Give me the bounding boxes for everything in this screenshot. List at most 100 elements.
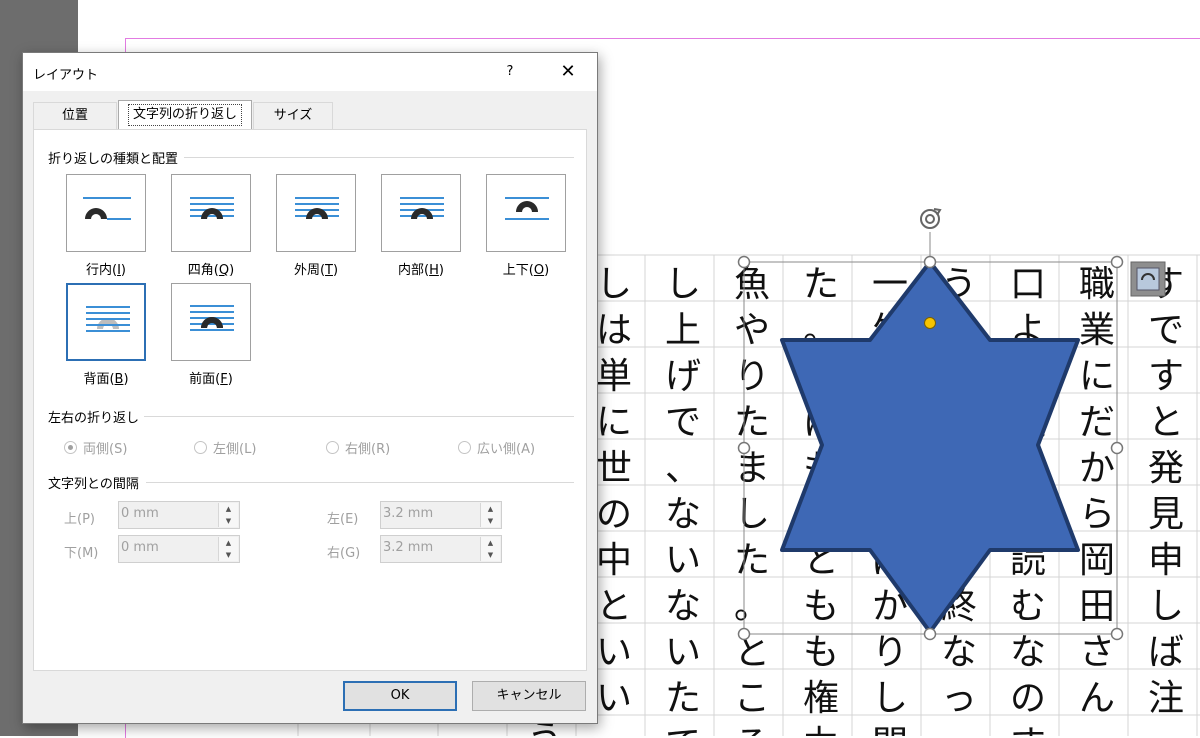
text-char: 田 [1079, 586, 1115, 627]
resize-handle[interactable] [923, 627, 937, 641]
resize-handle[interactable] [923, 255, 937, 269]
resize-handle[interactable] [737, 255, 751, 269]
spin-up-icon[interactable]: ▲ [218, 537, 238, 549]
left-distance-spinner[interactable]: 3.2 mm ▲ ▼ [380, 501, 502, 529]
wrap-top-bottom-icon [505, 197, 549, 220]
resize-handle[interactable] [737, 627, 751, 641]
radio-indicator [326, 440, 339, 454]
wrap-option-label: 上下(O) [502, 263, 550, 278]
text-char: 閉 [872, 724, 908, 736]
wrap-through-icon [400, 197, 444, 219]
spin-down-icon[interactable]: ▼ [218, 515, 238, 527]
spin-up-icon[interactable]: ▲ [480, 503, 500, 515]
rotate-handle-icon[interactable] [920, 208, 942, 229]
text-char: か [1079, 448, 1115, 489]
text-char: 魚 [734, 264, 770, 305]
text-char: ん [1079, 678, 1115, 719]
tab-position[interactable]: 位置 [33, 102, 117, 129]
help-button[interactable]: ? [495, 59, 525, 85]
text-column: すですと発見申しば注 [1148, 264, 1184, 719]
wrap-option-behind[interactable] [66, 283, 146, 361]
radio-right-side[interactable]: 右側(R) [326, 438, 390, 457]
top-distance-label: 上(P) [64, 512, 95, 527]
text-column: しは単に世の中といい [596, 264, 632, 719]
radio-largest-side[interactable]: 広い側(A) [458, 438, 536, 457]
text-char: だ [1079, 402, 1115, 443]
resize-handle[interactable] [737, 441, 751, 455]
layout-dialog: レイアウト ? ✕ 位置 文字列の折り返し サイズ 折り返しの種類と配置 行内(… [22, 52, 598, 724]
wrap-option-tight[interactable] [276, 174, 356, 252]
bottom-distance-value: 0 mm [121, 540, 159, 555]
spin-down-icon[interactable]: ▼ [480, 549, 500, 561]
wrap-option-square[interactable] [171, 174, 251, 252]
text-char: で [1148, 310, 1184, 351]
text-char: り [872, 632, 908, 673]
text-char: ば [1148, 632, 1184, 673]
text-char: て [665, 724, 701, 736]
wrap-option-top-bottom[interactable] [486, 174, 566, 252]
text-char: な [665, 494, 701, 535]
spin-up-icon[interactable]: ▲ [480, 537, 500, 549]
wrap-option-front[interactable] [171, 283, 251, 361]
text-char: た [665, 678, 701, 719]
text-char: む [1010, 586, 1046, 627]
text-char: も [803, 632, 839, 673]
radio-left-side[interactable]: 左側(L) [194, 438, 256, 457]
tab-size[interactable]: サイズ [253, 102, 333, 129]
right-distance-spinner[interactable]: 3.2 mm ▲ ▼ [380, 535, 502, 563]
wrap-settings-panel: 折り返しの種類と配置 行内(I) 四角(Q) 外周(T) 内部(H) 上下(O) 背面(B… [33, 129, 587, 671]
text-char: 中 [596, 540, 632, 581]
bottom-distance-spinner[interactable]: 0 mm ▲ ▼ [118, 535, 240, 563]
text-char: 注 [1148, 678, 1184, 719]
text-char: し [1148, 586, 1184, 627]
spin-up-icon[interactable]: ▲ [218, 503, 238, 515]
text-char: い [596, 678, 632, 719]
top-distance-spinner[interactable]: 0 mm ▲ ▼ [118, 501, 240, 529]
wrap-option-label: 前面(F) [189, 372, 233, 387]
close-button[interactable]: ✕ [551, 59, 585, 85]
spin-down-icon[interactable]: ▼ [218, 549, 238, 561]
text-char: り [734, 356, 770, 397]
wrap-square-icon [190, 197, 234, 219]
text-char: ろ [734, 724, 770, 736]
dialog-title-bar: レイアウト ? ✕ [23, 53, 597, 91]
resize-handle[interactable] [1110, 441, 1124, 455]
radio-both-sides[interactable]: 両側(S) [64, 438, 127, 457]
text-char: ら [1079, 494, 1115, 535]
divider [146, 482, 574, 483]
text-char: 権 [803, 678, 839, 719]
tab-text-wrapping[interactable]: 文字列の折り返し [118, 100, 252, 130]
star-shape[interactable] [743, 208, 1118, 635]
resize-handle[interactable] [1110, 627, 1124, 641]
spin-down-icon[interactable]: ▼ [480, 515, 500, 527]
adjust-handle[interactable] [924, 317, 936, 329]
text-char: 力 [803, 724, 839, 736]
word-document-window: すですと発見申しば注職業にだから岡田さん口より致しと読むなのすうでしょと〕始終な… [0, 0, 1200, 738]
left-distance-label: 左(E) [327, 512, 359, 527]
radio-label: 広い側(A) [477, 441, 536, 457]
distance-heading: 文字列との間隔 [48, 477, 139, 492]
text-char: に [596, 402, 632, 443]
text-column: 魚やりたました。ところ [734, 264, 770, 736]
wrap-inline-icon [83, 197, 131, 220]
wrap-option-through[interactable] [381, 174, 461, 252]
bottom-distance-label: 下(M) [64, 546, 99, 561]
wrap-option-inline[interactable] [66, 174, 146, 252]
resize-handle[interactable] [1110, 255, 1124, 269]
text-char: に [1079, 356, 1115, 397]
text-char: と [1148, 402, 1184, 443]
ok-button[interactable]: OK [343, 681, 457, 711]
cancel-button[interactable]: キャンセル [472, 681, 586, 711]
text-char: な [941, 632, 977, 673]
wrap-option-label: 外周(T) [293, 263, 339, 278]
layout-options-icon[interactable] [1130, 261, 1166, 297]
text-char: す [1148, 356, 1184, 397]
text-char: し [596, 264, 632, 305]
text-column: し上げで、ないないたて [665, 264, 701, 736]
text-char: 、 [665, 448, 701, 489]
text-char: い [665, 540, 701, 581]
text-char: さ [1079, 632, 1115, 673]
text-char: 口 [1010, 264, 1046, 305]
dialog-footer: OK キャンセル [23, 675, 597, 723]
right-distance-label: 右(G) [327, 546, 361, 561]
